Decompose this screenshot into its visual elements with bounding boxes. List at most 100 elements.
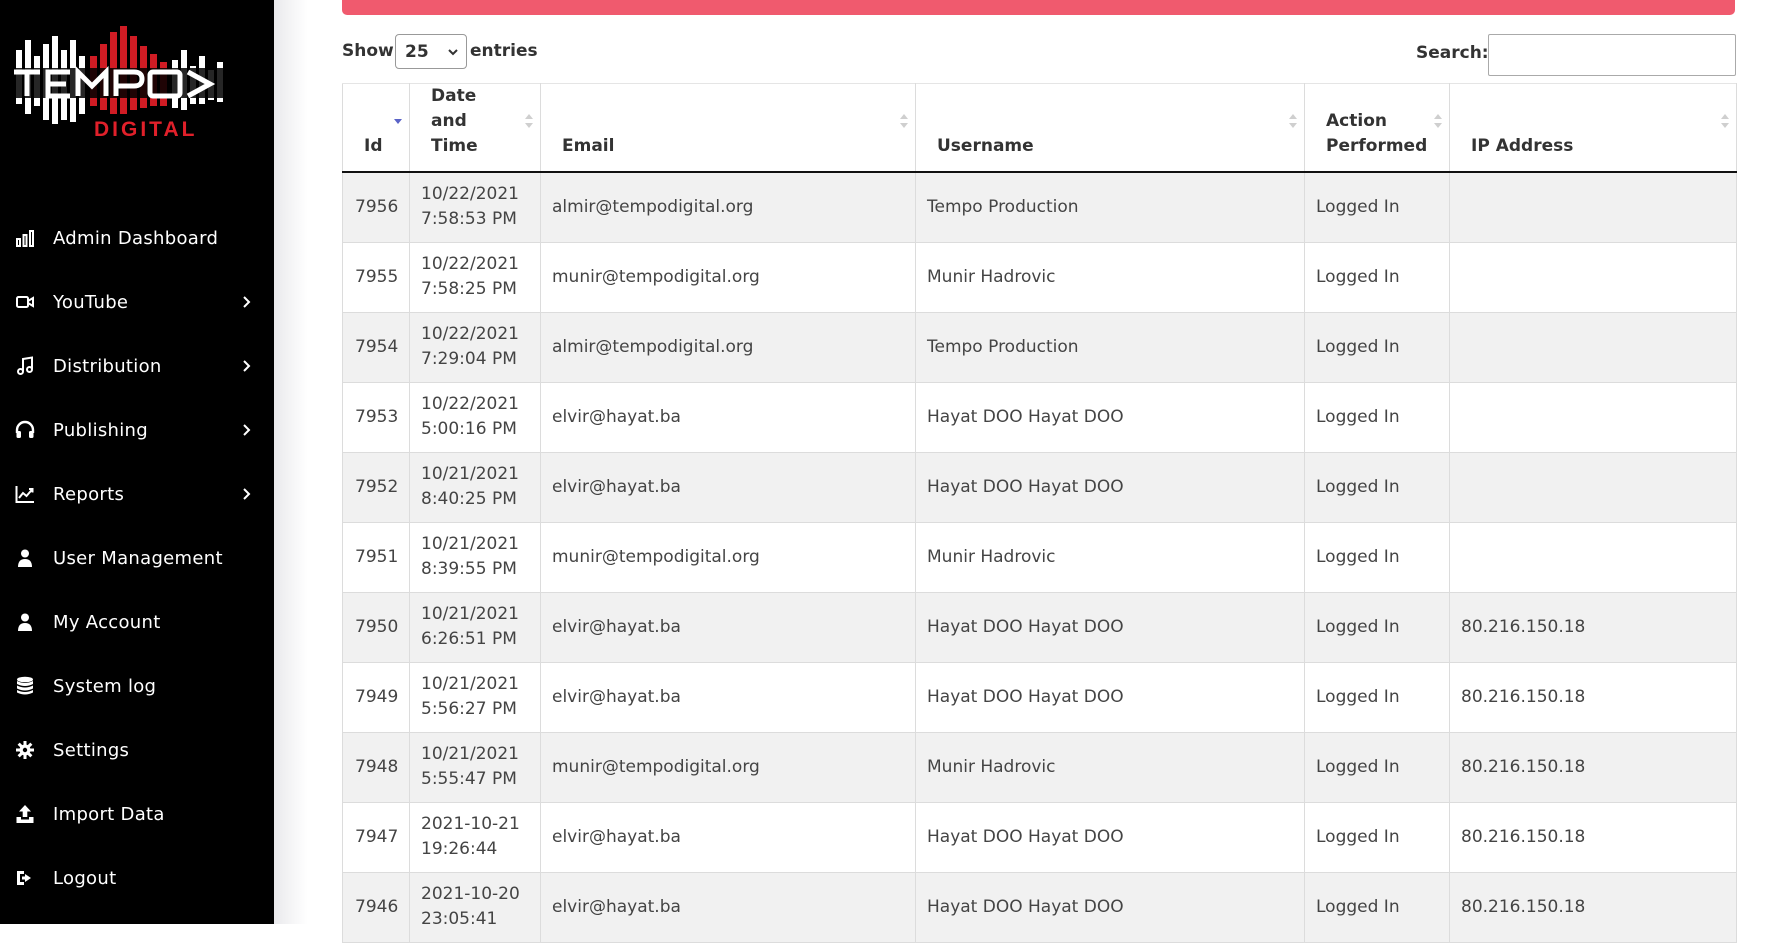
headphones-icon xyxy=(14,419,36,441)
table-row[interactable]: 7950 10/21/2021 6:26:51 PM elvir@hayat.ba… xyxy=(342,591,1737,663)
cell-ip: 80.216.150.18 xyxy=(1449,801,1737,873)
user-icon xyxy=(14,547,36,569)
search-input[interactable] xyxy=(1488,34,1736,76)
cell-action: Logged In xyxy=(1304,591,1450,663)
sidebar-item-import-data[interactable]: Import Data xyxy=(0,782,274,846)
column-header-email[interactable]: Email xyxy=(540,83,916,173)
cell-date-time: 10/22/2021 7:58:25 PM xyxy=(409,241,541,313)
sidebar-nav: Admin Dashboard YouTube Distribution Pub… xyxy=(0,206,274,910)
column-header-action[interactable]: Action Performed xyxy=(1304,83,1450,173)
column-header-label: Email xyxy=(562,136,615,156)
cell-email: munir@tempodigital.org xyxy=(540,241,916,313)
cell-action: Logged In xyxy=(1304,521,1450,593)
database-icon xyxy=(14,675,36,697)
cell-time: 6:26:51 PM xyxy=(421,629,517,649)
cell-date: 10/22/2021 xyxy=(421,184,519,205)
cell-action: Logged In xyxy=(1304,381,1450,453)
sidebar-item-distribution[interactable]: Distribution xyxy=(0,334,274,398)
sidebar-item-youtube[interactable]: YouTube xyxy=(0,270,274,334)
cell-id: 7950 xyxy=(342,591,410,663)
sort-icon xyxy=(900,114,908,128)
table-row[interactable]: 7951 10/21/2021 8:39:55 PM munir@tempodig… xyxy=(342,521,1737,593)
cell-username: Hayat DOO Hayat DOO xyxy=(915,381,1305,453)
column-header-date-time[interactable]: Date and Time xyxy=(409,83,541,173)
logo-subtext: DIGITAL xyxy=(94,118,197,138)
tempo-digital-logo[interactable]: DIGITAL xyxy=(12,26,232,141)
sidebar-item-system-log[interactable]: System log xyxy=(0,654,274,718)
cell-username: Munir Hadrovic xyxy=(915,521,1305,593)
table-controls: Show 25 entries Search: xyxy=(342,34,1736,76)
chevron-right-icon xyxy=(240,487,254,501)
cell-date: 10/21/2021 xyxy=(421,744,519,764)
table-row[interactable]: 7953 10/22/2021 5:00:16 PM elvir@hayat.ba… xyxy=(342,381,1737,453)
cell-id: 7953 xyxy=(342,381,410,453)
sidebar-item-label: Distribution xyxy=(53,355,162,377)
upload-icon xyxy=(14,803,36,825)
sidebar-item-settings[interactable]: Settings xyxy=(0,718,274,782)
cell-ip xyxy=(1449,241,1737,313)
search-label: Search: xyxy=(1416,43,1489,63)
music-note-icon xyxy=(14,355,36,377)
cell-date: 10/22/2021 xyxy=(421,324,519,344)
cell-date: 10/21/2021 xyxy=(421,674,519,694)
cell-date-time: 10/21/2021 6:26:51 PM xyxy=(409,591,541,663)
column-header-label: Username xyxy=(937,136,1034,156)
cell-time: 8:40:25 PM xyxy=(421,489,517,509)
user-icon xyxy=(14,611,36,633)
sidebar-item-admin-dashboard[interactable]: Admin Dashboard xyxy=(0,206,274,270)
entries-label: entries xyxy=(470,41,538,61)
cell-email: almir@tempodigital.org xyxy=(540,171,916,243)
cell-date: 10/22/2021 xyxy=(421,254,519,274)
column-header-ip-address[interactable]: IP Address xyxy=(1449,83,1737,173)
sidebar-item-label: Publishing xyxy=(53,419,148,441)
sort-icon xyxy=(525,114,533,128)
table-row[interactable]: 7949 10/21/2021 5:56:27 PM elvir@hayat.ba… xyxy=(342,661,1737,733)
cell-email: elvir@hayat.ba xyxy=(540,871,916,943)
cell-username: Hayat DOO Hayat DOO xyxy=(915,451,1305,523)
cell-time: 8:39:55 PM xyxy=(421,559,517,579)
cell-email: elvir@hayat.ba xyxy=(540,451,916,523)
sidebar-item-label: Logout xyxy=(53,867,117,889)
column-header-label: Id xyxy=(364,136,383,156)
top-alert-banner[interactable] xyxy=(342,0,1735,15)
cell-ip xyxy=(1449,171,1737,243)
sidebar-item-label: Settings xyxy=(53,739,130,761)
cell-date-time: 10/22/2021 7:58:53 PM xyxy=(409,171,541,243)
cell-ip: 80.216.150.18 xyxy=(1449,871,1737,943)
table-row[interactable]: 7955 10/22/2021 7:58:25 PM munir@tempodig… xyxy=(342,241,1737,313)
cell-date: 2021-10-21 xyxy=(421,814,520,834)
sidebar-item-reports[interactable]: Reports xyxy=(0,462,274,526)
cell-date-time: 2021-10-21 19:26:44 xyxy=(409,801,541,873)
cell-ip xyxy=(1449,451,1737,523)
main-content: Show 25 entries Search: Id Date and Time… xyxy=(342,0,1737,943)
cell-date: 10/21/2021 xyxy=(421,464,519,484)
cell-action: Logged In xyxy=(1304,171,1450,243)
sidebar-item-label: Admin Dashboard xyxy=(53,227,219,249)
cell-time: 7:29:04 PM xyxy=(421,349,517,369)
cell-date-time: 10/21/2021 8:39:55 PM xyxy=(409,521,541,593)
cell-ip xyxy=(1449,381,1737,453)
cell-username: Hayat DOO Hayat DOO xyxy=(915,871,1305,943)
cell-action: Logged In xyxy=(1304,871,1450,943)
cell-id: 7947 xyxy=(342,801,410,873)
cell-date: 2021-10-20 xyxy=(421,884,520,904)
sidebar-item-publishing[interactable]: Publishing xyxy=(0,398,274,462)
entries-per-page-select[interactable]: 25 xyxy=(395,34,467,69)
sidebar-item-user-management[interactable]: User Management xyxy=(0,526,274,590)
column-header-id[interactable]: Id xyxy=(342,83,410,173)
table-row[interactable]: 7956 10/22/2021 7:58:53 PM almir@tempodig… xyxy=(342,171,1737,243)
column-header-username[interactable]: Username xyxy=(915,83,1305,173)
table-row[interactable]: 7946 2021-10-20 23:05:41 elvir@hayat.ba H… xyxy=(342,871,1737,943)
cell-ip xyxy=(1449,521,1737,593)
table-row[interactable]: 7952 10/21/2021 8:40:25 PM elvir@hayat.ba… xyxy=(342,451,1737,523)
cell-username: Tempo Production xyxy=(915,171,1305,243)
table-row[interactable]: 7954 10/22/2021 7:29:04 PM almir@tempodig… xyxy=(342,311,1737,383)
sort-ascending-active-icon xyxy=(394,119,402,124)
sort-icon xyxy=(1434,114,1442,128)
cell-email: almir@tempodigital.org xyxy=(540,311,916,383)
sidebar-item-logout[interactable]: Logout xyxy=(0,846,274,910)
table-row[interactable]: 7948 10/21/2021 5:55:47 PM munir@tempodig… xyxy=(342,731,1737,803)
table-row[interactable]: 7947 2021-10-21 19:26:44 elvir@hayat.ba H… xyxy=(342,801,1737,873)
sidebar-item-my-account[interactable]: My Account xyxy=(0,590,274,654)
cell-time: 5:00:16 PM xyxy=(421,419,517,439)
